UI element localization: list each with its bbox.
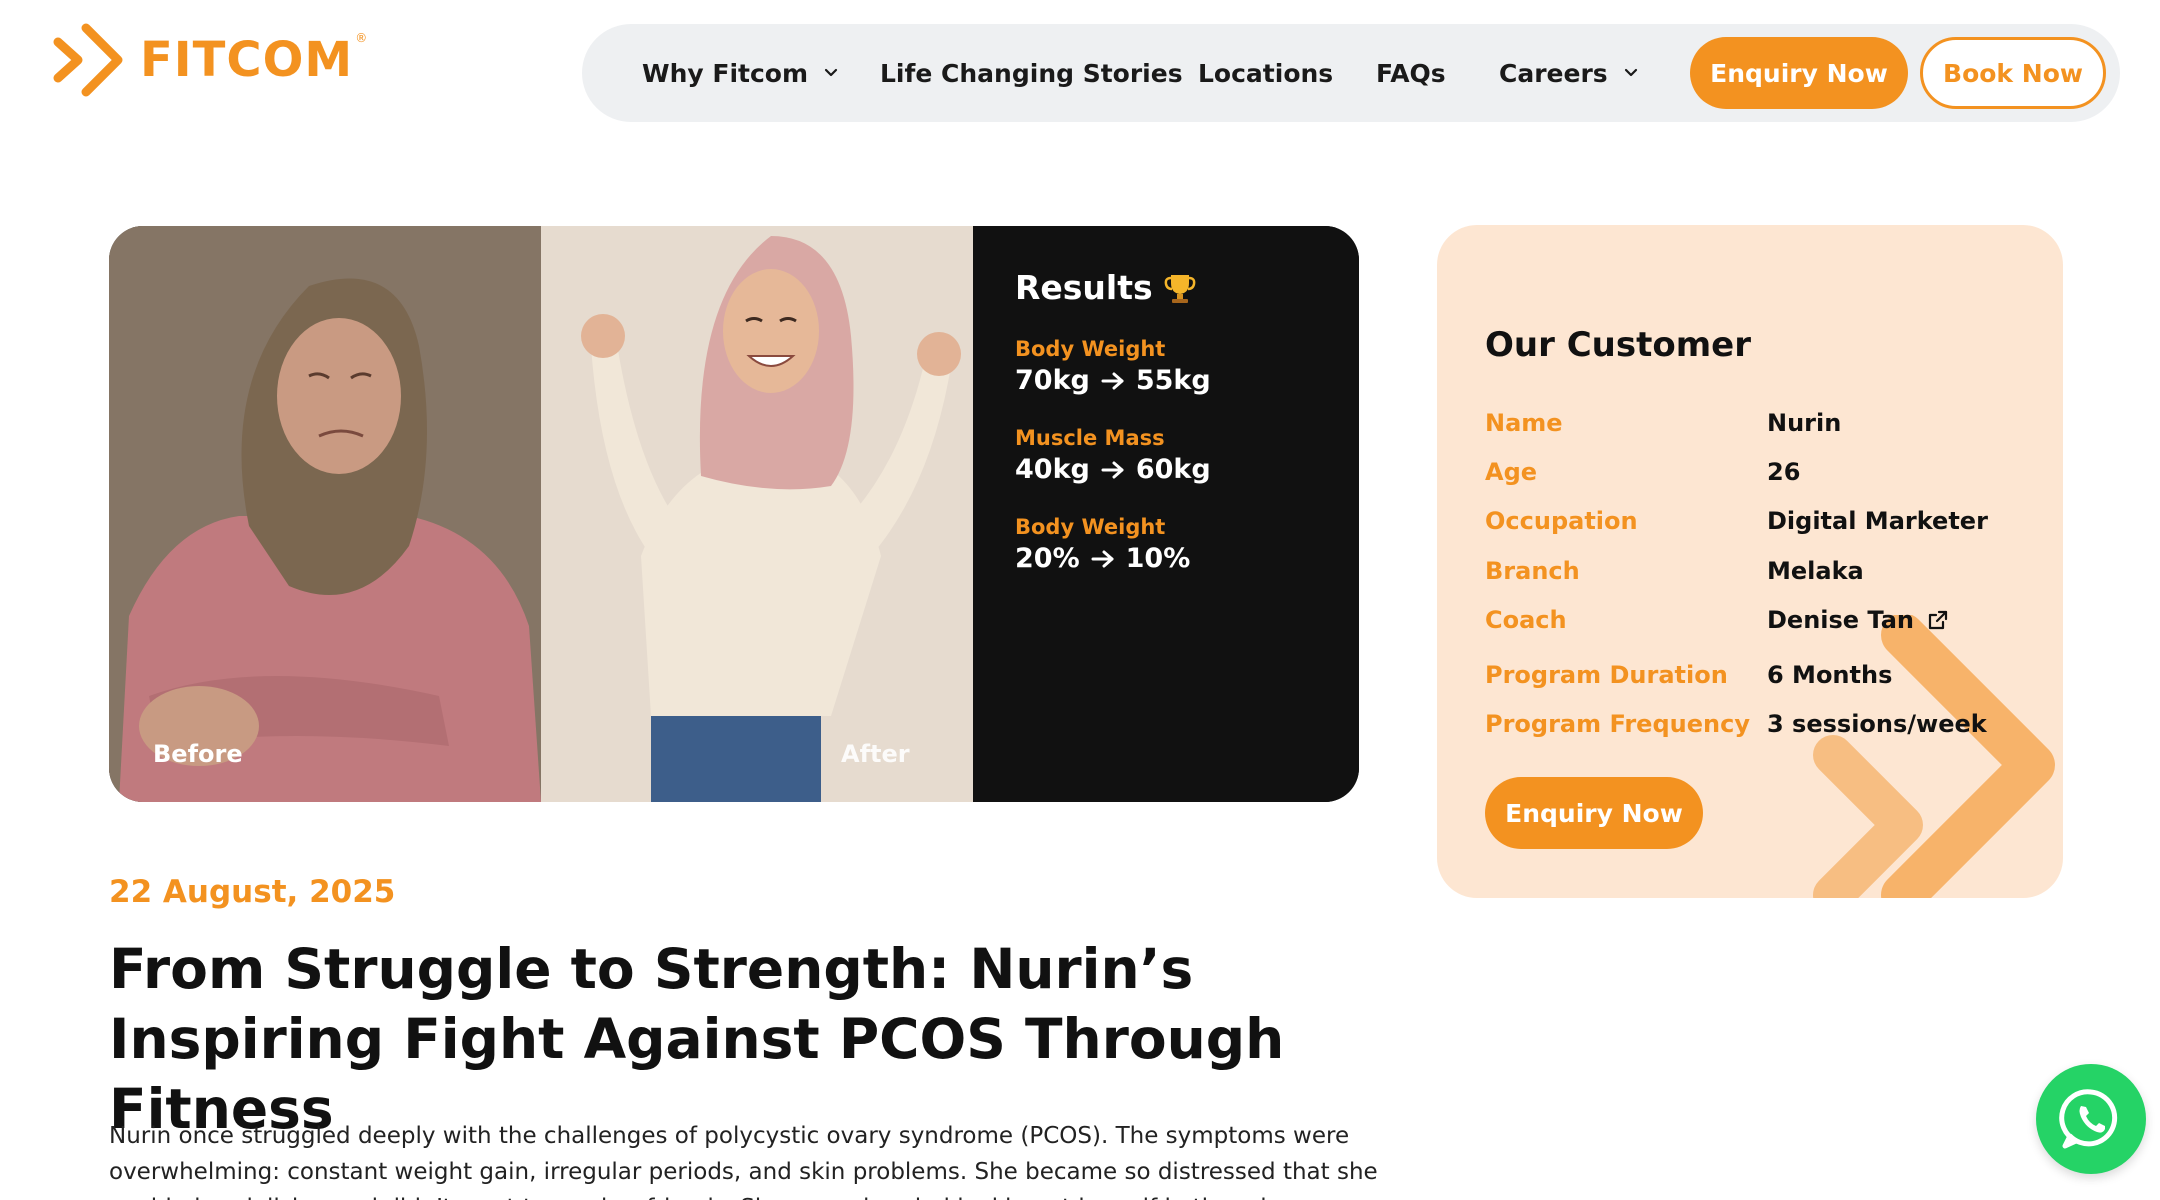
customer-row-branch: Branch Melaka: [1485, 551, 2045, 591]
result-body-fat: Body Weight 20% 10%: [1015, 515, 1359, 574]
info-value: 3 sessions/week: [1767, 710, 1987, 738]
customer-row-occupation: Occupation Digital Marketer: [1485, 501, 2045, 541]
article-body: Nurin once struggled deeply with the cha…: [109, 1123, 1378, 1200]
after-photo: After: [541, 226, 973, 802]
external-link-icon: [1928, 610, 1948, 630]
customer-enquiry-now-button[interactable]: Enquiry Now: [1485, 777, 1703, 849]
before-photo: Before: [109, 226, 541, 802]
arrow-right-icon: [1091, 550, 1114, 567]
arrow-right-icon: [1101, 372, 1124, 389]
article-date: 22 August, 2025: [109, 874, 396, 910]
book-now-button[interactable]: Book Now: [1920, 37, 2106, 109]
result-from: 70kg: [1015, 365, 1090, 396]
chevron-down-icon: [824, 68, 838, 77]
result-from: 40kg: [1015, 454, 1090, 485]
nav-life-changing-stories[interactable]: Life Changing Stories: [880, 24, 1183, 122]
customer-row-program-frequency: Program Frequency 3 sessions/week: [1485, 704, 2045, 744]
info-label: Coach: [1485, 606, 1567, 634]
nav-faqs[interactable]: FAQs: [1376, 24, 1446, 122]
info-value: Nurin: [1767, 409, 1842, 437]
customer-row-coach: Coach Denise Tan: [1485, 600, 2045, 640]
info-label: Name: [1485, 409, 1563, 437]
result-label: Body Weight: [1015, 515, 1166, 539]
result-label: Body Weight: [1015, 337, 1166, 361]
info-label: Branch: [1485, 557, 1580, 585]
result-from: 20%: [1015, 543, 1080, 574]
customer-card-title: Our Customer: [1485, 325, 1751, 365]
result-value: 70kg 55kg: [1015, 365, 1359, 396]
customer-card: Our Customer Name Nurin Age 26 Occupatio…: [1437, 225, 2063, 898]
arrow-right-icon: [1101, 461, 1124, 478]
nav-life-changing-stories-label: Life Changing Stories: [880, 58, 1183, 88]
result-label: Muscle Mass: [1015, 426, 1165, 450]
before-after-hero: Before After Results Body Weight 70kg 55…: [109, 226, 1359, 802]
info-value: Melaka: [1767, 557, 1864, 585]
registered-mark: ®: [355, 31, 368, 45]
before-label: Before: [153, 740, 243, 768]
info-value: 26: [1767, 458, 1801, 486]
result-to: 60kg: [1135, 454, 1211, 485]
fitcom-logo[interactable]: FITCOM ®: [52, 20, 367, 100]
customer-row-name: Name Nurin: [1485, 403, 2045, 443]
nav-careers[interactable]: Careers: [1499, 24, 1638, 122]
nav-faqs-label: FAQs: [1376, 58, 1446, 88]
nav-careers-label: Careers: [1499, 58, 1608, 88]
main-navigation: Why Fitcom Life Changing Stories Locatio…: [582, 24, 2120, 122]
info-label: Program Duration: [1485, 661, 1728, 689]
trophy-icon: [1164, 274, 1196, 303]
nav-why-fitcom[interactable]: Why Fitcom: [642, 24, 838, 122]
info-value: Digital Marketer: [1767, 507, 1988, 535]
nav-locations[interactable]: Locations: [1198, 24, 1333, 122]
info-label: Program Frequency: [1485, 710, 1750, 738]
customer-row-program-duration: Program Duration 6 Months: [1485, 655, 2045, 695]
coach-name: Denise Tan: [1767, 606, 1914, 634]
result-value: 40kg 60kg: [1015, 454, 1359, 485]
info-label: Age: [1485, 458, 1538, 486]
nav-why-fitcom-label: Why Fitcom: [642, 58, 809, 88]
article-title: From Struggle to Strength: Nurin’s Inspi…: [109, 937, 1285, 1141]
chevron-down-icon: [1624, 68, 1637, 77]
result-to: 10%: [1125, 543, 1191, 574]
result-value: 20% 10%: [1015, 543, 1359, 574]
before-photo-illustration: [109, 226, 541, 802]
result-body-weight: Body Weight 70kg 55kg: [1015, 337, 1359, 396]
brand-name: FITCOM: [140, 32, 354, 88]
fitcom-chevron-logo-icon: [53, 23, 123, 97]
whatsapp-chat-button[interactable]: [2036, 1064, 2146, 1174]
enquiry-now-button[interactable]: Enquiry Now: [1690, 37, 1908, 109]
after-label: After: [841, 740, 910, 768]
results-panel: Results Body Weight 70kg 55kg Muscle Mas…: [973, 226, 1359, 802]
after-photo-illustration: [541, 226, 973, 802]
nav-locations-label: Locations: [1198, 58, 1334, 88]
results-heading: Results: [1015, 268, 1359, 307]
result-muscle-mass: Muscle Mass 40kg 60kg: [1015, 426, 1359, 485]
customer-row-age: Age 26: [1485, 452, 2045, 492]
whatsapp-icon: [2059, 1089, 2118, 1149]
info-value: 6 Months: [1767, 661, 1893, 689]
info-label: Occupation: [1485, 507, 1638, 535]
coach-link[interactable]: Denise Tan: [1767, 606, 1950, 634]
result-to: 55kg: [1135, 365, 1211, 396]
results-title: Results: [1015, 268, 1153, 307]
